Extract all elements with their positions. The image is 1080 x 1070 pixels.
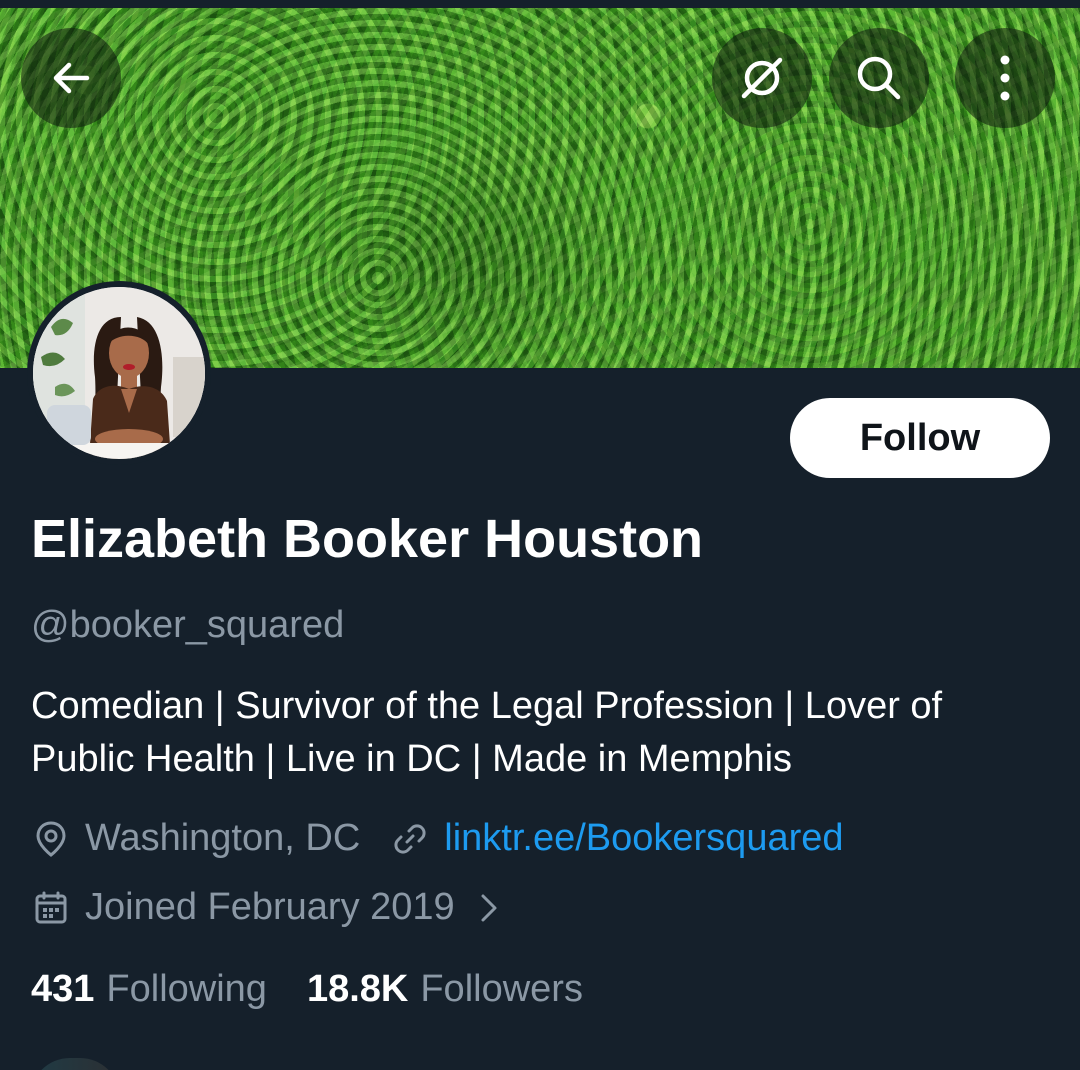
grok-icon — [741, 57, 783, 99]
following-stat[interactable]: 431 Following — [31, 968, 267, 1011]
arrow-left-icon — [53, 62, 90, 94]
chevron-right-icon — [479, 892, 499, 924]
avatar[interactable] — [27, 281, 211, 465]
link-icon — [390, 819, 430, 859]
more-options-button[interactable] — [955, 28, 1055, 128]
followers-stat[interactable]: 18.8K Followers — [307, 968, 583, 1011]
location-text: Washington, DC — [85, 817, 361, 859]
search-icon — [857, 56, 901, 100]
avatar-portrait — [33, 287, 205, 459]
following-count: 431 — [31, 968, 95, 1010]
grok-button[interactable] — [712, 28, 812, 128]
username-handle: @booker_squared — [31, 604, 345, 646]
follow-stats: 431 Following 18.8K Followers — [31, 968, 623, 1011]
followers-label: Followers — [420, 968, 583, 1010]
profile-meta-joined[interactable]: Joined February 2019 — [31, 886, 499, 929]
profile-page: Follow Elizabeth Booker Houston @booker_… — [0, 0, 1080, 1070]
joined-date-text: Joined February 2019 — [85, 886, 455, 928]
website-link[interactable]: linktr.ee/Bookersquared — [444, 817, 843, 860]
followers-count: 18.8K — [306, 968, 409, 1010]
profile-meta-location-website: Washington, DC linktr.ee/Bookersquared — [31, 817, 844, 860]
follow-button[interactable]: Follow — [790, 398, 1050, 478]
back-button[interactable] — [21, 28, 121, 128]
bio-text: Comedian | Survivor of the Legal Profess… — [31, 685, 943, 780]
search-button[interactable] — [829, 28, 929, 128]
followers-you-know-avatars — [30, 1058, 120, 1070]
location-pin-icon — [31, 819, 71, 859]
avatar-photo — [33, 287, 205, 459]
following-label: Following — [106, 968, 267, 1010]
status-strip — [0, 0, 1080, 8]
display-name: Elizabeth Booker Houston — [31, 509, 704, 569]
more-vertical-icon — [1000, 55, 1010, 101]
calendar-icon — [31, 888, 71, 928]
